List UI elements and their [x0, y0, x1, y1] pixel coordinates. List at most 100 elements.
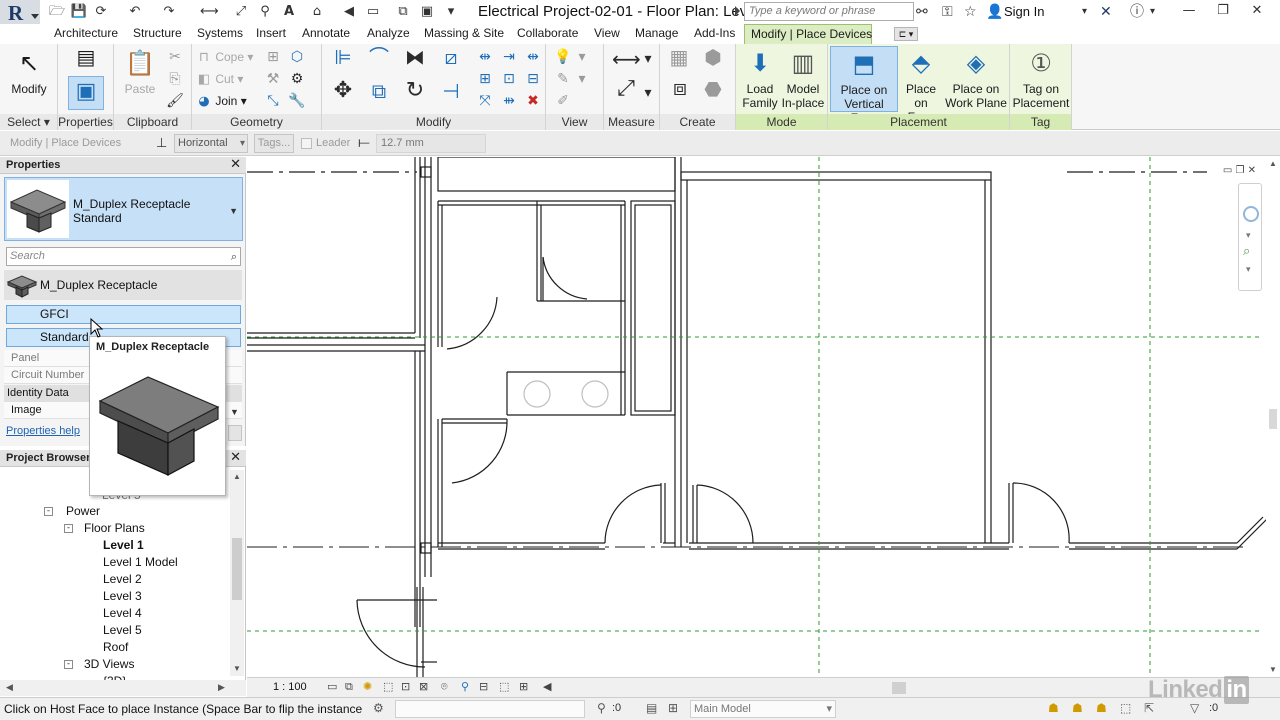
favorites-icon[interactable]: ☆ [964, 3, 977, 21]
wall-join-tool-icon[interactable]: 🔧 [288, 92, 306, 110]
select-pinned-icon[interactable]: ☗ [1096, 701, 1107, 715]
tab-collaborate[interactable]: Collaborate [511, 24, 584, 44]
canvas-scroll-up-icon[interactable]: ▲ [1269, 159, 1277, 168]
create-similar-icon[interactable]: ⬣ [700, 79, 726, 106]
properties-toggle-button[interactable]: ▣ [68, 76, 104, 110]
type-search-input[interactable]: Search ⌕ [6, 247, 241, 266]
tab-structure[interactable]: Structure [127, 24, 188, 44]
place-on-work-plane-button[interactable]: ◈ Place on Work Plane [944, 46, 1008, 112]
pin-icon[interactable]: ⊡ [500, 70, 518, 88]
save-icon[interactable]: 💾 [70, 3, 88, 21]
scroll-left-icon[interactable]: ◀ [6, 682, 13, 693]
drawing-canvas[interactable]: ▭ ❐ ✕ ▾ ⌕ ▾ ▲ ▼ [247, 157, 1280, 677]
browser-hscrollbar[interactable]: ◀ ▶ [0, 680, 246, 696]
zoom-dropdown-icon[interactable]: ▾ [1246, 264, 1251, 275]
tree-item-floor-plans[interactable]: Floor Plans [84, 521, 145, 535]
cut-geometry-button[interactable]: ◧ Cut ▾ [196, 70, 244, 88]
aligned-dim-icon[interactable]: ⤢ [232, 3, 250, 21]
type-item-gfci[interactable]: GFCI [6, 305, 241, 324]
close-hidden-icon[interactable]: ⧉ [394, 3, 412, 21]
modify-button[interactable]: ↖ Modify [4, 46, 54, 112]
analytical-model-icon[interactable]: ⬚ [499, 680, 509, 693]
create-parts-icon[interactable]: ⬢ [700, 47, 726, 72]
dimension-dropdown-icon[interactable]: ▾ [642, 84, 654, 102]
select-links-icon[interactable]: ☗ [1048, 701, 1059, 715]
type-selector[interactable]: M_Duplex Receptacle Standard ▼ [4, 177, 243, 241]
mirror-draw-axis-icon[interactable]: ⧄ [438, 47, 464, 72]
load-family-button[interactable]: ⬇ Load Family [738, 46, 782, 112]
split-face-icon[interactable]: ⬡ [288, 48, 306, 66]
customize-qa-icon[interactable]: ▾ [442, 3, 460, 21]
view-window-controls[interactable]: ▭ ❐ ✕ [1223, 165, 1256, 176]
exchange-apps-icon[interactable]: ✕ [1100, 3, 1112, 21]
tree-toggle-floor-plans[interactable]: - [64, 524, 73, 533]
wall-joins-icon[interactable]: ⊞ [264, 48, 282, 66]
design-option-select[interactable]: Main Model [690, 700, 836, 718]
binoculars-icon[interactable]: ⚯ [916, 3, 928, 21]
split-element-icon[interactable]: ⇹ [476, 48, 494, 66]
unpin-icon[interactable]: ⇻ [500, 92, 518, 110]
tree-item-3d-views[interactable]: 3D Views [84, 657, 134, 671]
apply-button[interactable] [228, 425, 242, 441]
hide-in-view-icon[interactable]: 💡 [554, 48, 572, 66]
align-icon[interactable]: ⊫ [330, 47, 356, 72]
linework-icon[interactable]: ✐ [554, 92, 572, 110]
shadows-icon[interactable]: ⬚ [383, 680, 393, 693]
tab-insert[interactable]: Insert [250, 24, 292, 44]
join-button[interactable]: ◕ Join ▾ [196, 92, 246, 110]
leader-checkbox[interactable] [301, 138, 312, 149]
leader-length-input[interactable]: 12.7 mm [376, 134, 486, 153]
navigation-bar[interactable]: ▾ ⌕ ▾ [1238, 183, 1262, 291]
thin-lines-icon[interactable]: ▭ [364, 3, 382, 21]
measure-qa-icon[interactable]: ⟷ [200, 3, 219, 21]
copy-clip-icon[interactable]: ⎘ [166, 70, 184, 88]
help-icon[interactable]: ⓘ [1130, 3, 1144, 21]
close-icon[interactable]: ✕ [230, 450, 241, 466]
mirror-pick-axis-icon[interactable]: ⧓ [402, 47, 428, 72]
tree-item-level-4[interactable]: Level 4 [103, 606, 142, 620]
place-on-face-button[interactable]: ⬘ Place on Face [898, 46, 944, 124]
section-icon[interactable]: ◀ [340, 3, 358, 21]
tree-item-power[interactable]: Power [66, 504, 100, 518]
tab-massing-site[interactable]: Massing & Site [418, 24, 510, 44]
filter-icon[interactable]: ⚲ [597, 701, 606, 715]
create-assembly-icon[interactable]: ▦ [666, 47, 692, 72]
switch-windows-icon[interactable]: ▣ [418, 3, 436, 21]
crop-region-icon[interactable]: ⊠ [419, 680, 428, 693]
sync-icon[interactable]: ⟳ [92, 3, 110, 21]
rotate-icon[interactable]: ↻ [402, 80, 428, 108]
override-graphics-icon[interactable]: ✎ [554, 70, 572, 88]
delete-icon[interactable]: ✖ [524, 92, 542, 110]
place-on-vertical-face-button[interactable]: ⬒ Place on Vertical Face [830, 46, 898, 125]
tab-modify-place-devices[interactable]: Modify | Place Devices [744, 24, 872, 44]
tab-analyze[interactable]: Analyze [361, 24, 416, 44]
cut-clip-icon[interactable]: ✂ [166, 48, 184, 66]
hide-dropdown-icon[interactable]: ▾ [576, 48, 588, 66]
undo-icon[interactable]: ↶ [126, 3, 144, 21]
help-dropdown-icon[interactable]: ▾ [1150, 3, 1155, 21]
lock-3d-icon[interactable]: ⊟ [479, 680, 488, 693]
view-scale[interactable]: 1 : 100 [273, 681, 307, 693]
override-dropdown-icon[interactable]: ▾ [576, 70, 588, 88]
highlight-displacement-icon[interactable]: ⊞ [519, 680, 528, 693]
viewbar-scroll-left-icon[interactable]: ◀ [543, 680, 551, 693]
offset-icon[interactable]: ⌒ [366, 47, 392, 72]
restore-icon[interactable]: ❐ [1206, 0, 1240, 22]
create-group-icon[interactable]: ⧈ [666, 78, 694, 106]
measure-between-icon[interactable]: ⟷ [612, 49, 641, 72]
tree-item-level-1-model[interactable]: Level 1 Model [103, 555, 178, 569]
canvas-scroll-thumb[interactable] [1269, 409, 1277, 429]
measure-dropdown-icon[interactable]: ▾ [642, 50, 654, 68]
user-icon[interactable]: 👤 [986, 3, 1003, 21]
props-scroll-down-icon[interactable]: ▼ [230, 407, 239, 417]
select-by-face-icon[interactable]: ⬚ [1120, 701, 1131, 715]
tab-view[interactable]: View [588, 24, 626, 44]
search-expand-icon[interactable] [735, 6, 740, 16]
reveal-hidden-icon[interactable]: ⚲ [461, 680, 469, 693]
demolish-icon[interactable]: ⚒ [264, 70, 282, 88]
scroll-down-icon[interactable]: ▼ [233, 664, 241, 673]
tab-manage[interactable]: Manage [629, 24, 684, 44]
subscription-icon[interactable]: ⚿ [942, 3, 953, 21]
move-icon[interactable]: ✥ [330, 80, 356, 108]
trim-single-icon[interactable]: ⇥ [500, 48, 518, 66]
